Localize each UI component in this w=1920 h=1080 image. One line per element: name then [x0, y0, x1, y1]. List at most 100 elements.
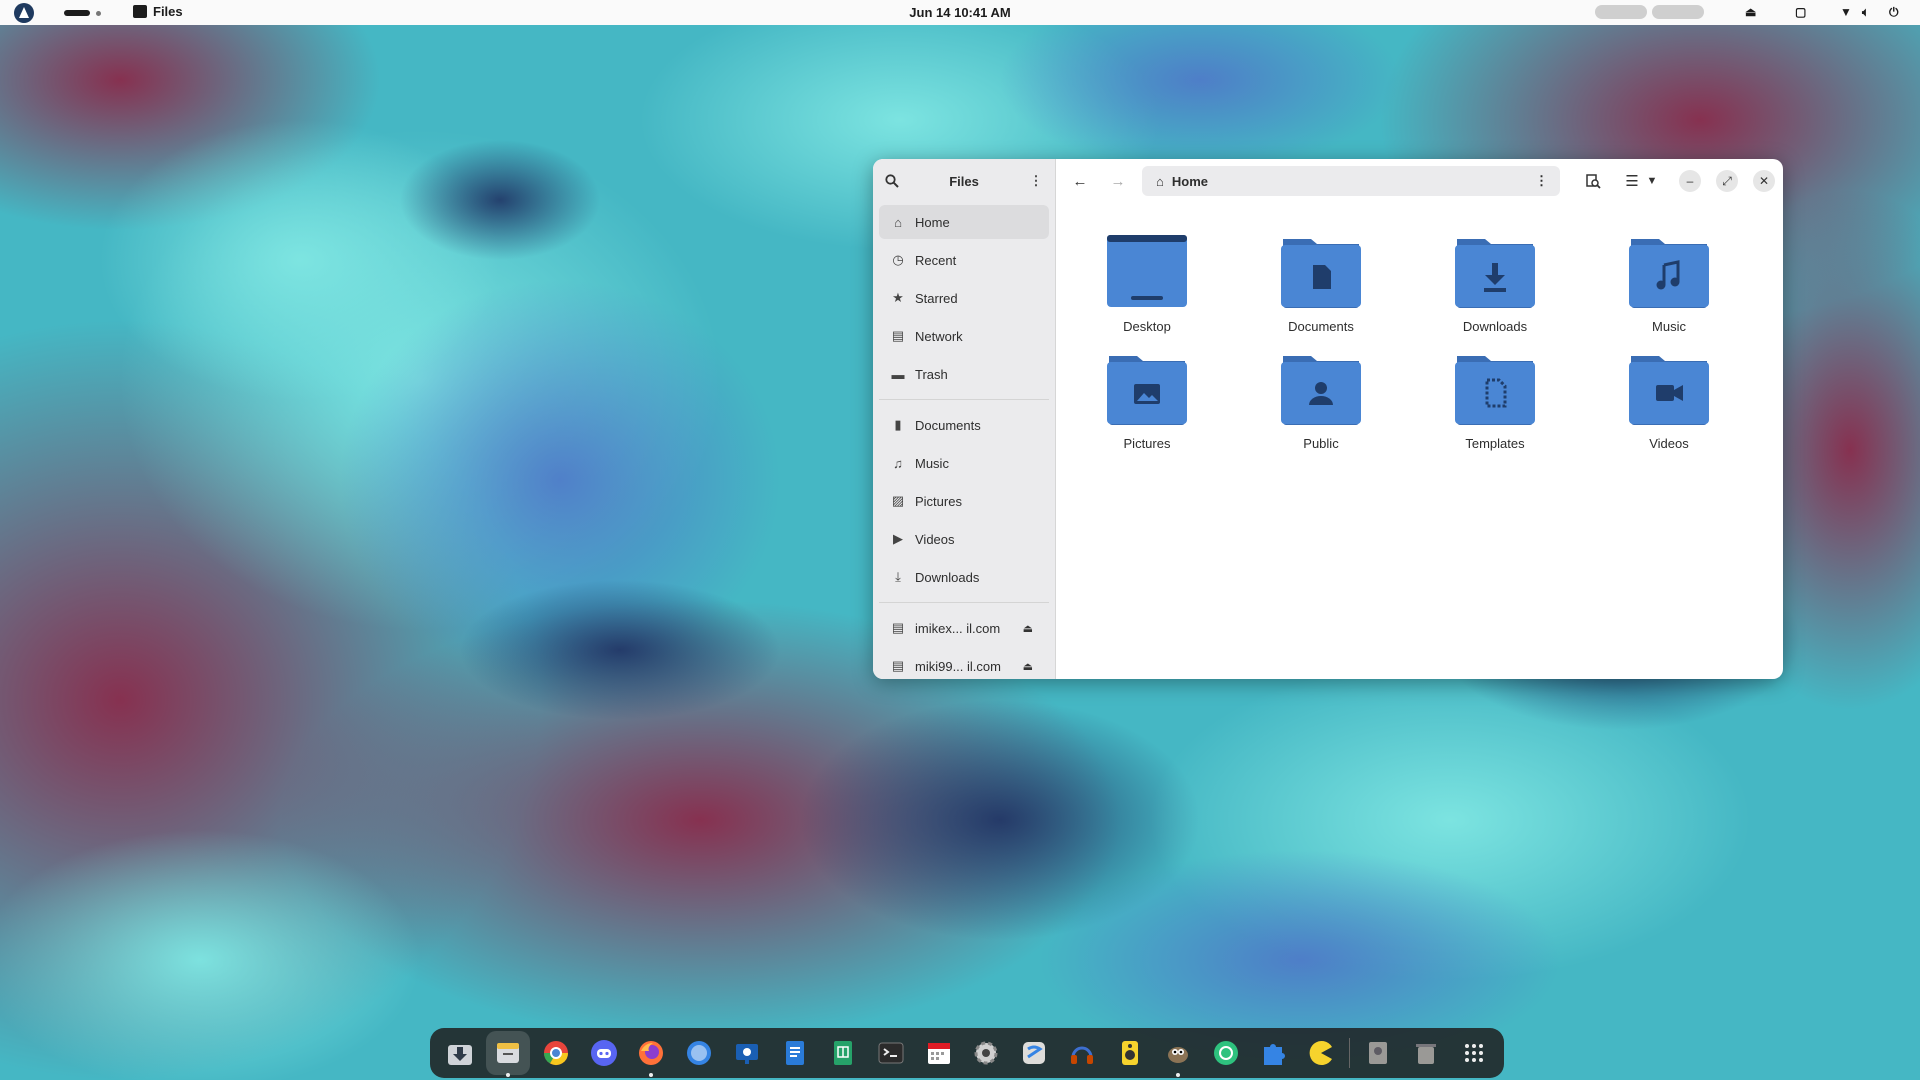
folder-label: Desktop [1123, 319, 1171, 334]
download-icon [1455, 239, 1535, 308]
document-icon [1281, 239, 1361, 308]
sidebar-item-network[interactable]: ▤ Network [879, 319, 1049, 353]
folder-desktop[interactable]: Desktop [1060, 233, 1234, 334]
search-files-icon[interactable] [1581, 169, 1605, 193]
discord-icon[interactable] [582, 1031, 626, 1075]
calendar-icon[interactable] [917, 1031, 961, 1075]
power-icon[interactable]: ⏻ [1889, 5, 1899, 20]
folder-templates[interactable]: Templates [1408, 350, 1582, 451]
download-icon: ⤓ [895, 569, 901, 584]
trash-icon: ▬ [891, 366, 905, 382]
home-icon: ⌂ [894, 214, 902, 230]
app-grid-icon[interactable] [1452, 1031, 1496, 1075]
wifi-icon[interactable]: ▼ [1840, 5, 1852, 19]
folder-label: Downloads [1462, 319, 1528, 334]
quick-toggle-2[interactable] [1652, 5, 1704, 19]
eject-icon[interactable]: ⏏ [1023, 622, 1033, 635]
sidebar: Files ⋮ ⌂ Home ◷ Recent ★ Starred ▤ Netw… [873, 159, 1056, 679]
folder-grid: Desktop Documents Downloads Music Pictur… [1056, 233, 1783, 451]
person-icon [1281, 356, 1361, 425]
clipboard-icon[interactable]: ▢ [1795, 5, 1806, 19]
sidebar-item-label: Trash [915, 366, 948, 382]
extensions-icon[interactable] [1252, 1031, 1296, 1075]
close-icon[interactable]: ✕ [1753, 170, 1775, 192]
terminal-icon[interactable] [869, 1031, 913, 1075]
sidebar-item-mount-2[interactable]: ▤ miki99... il.com ⏏ [879, 649, 1049, 679]
folder-label: Videos [1649, 436, 1689, 451]
folder-downloads[interactable]: Downloads [1408, 233, 1582, 334]
downloads-icon[interactable] [438, 1031, 482, 1075]
dock-separator [1349, 1038, 1351, 1068]
folder-label: Documents [1288, 319, 1354, 334]
template-icon [1455, 356, 1535, 425]
folder-music[interactable]: Music [1582, 233, 1756, 334]
network-drive-icon: ▤ [891, 658, 905, 673]
sidebar-item-documents[interactable]: ▮ Documents [879, 408, 1049, 442]
clock-icon: ◷ [892, 252, 904, 267]
sidebar-item-starred[interactable]: ★ Starred [879, 281, 1049, 315]
gimp-icon[interactable] [1156, 1031, 1200, 1077]
writer-icon[interactable] [773, 1031, 817, 1075]
sidebar-item-videos[interactable]: ▶ Videos [879, 522, 1049, 556]
sidebar-item-label: Home [915, 214, 950, 230]
folder-public[interactable]: Public [1234, 350, 1408, 451]
view-options-chevron-icon[interactable]: ▼ [1640, 169, 1664, 193]
search-icon[interactable] [885, 174, 899, 188]
main-pane: ← → ⌂ Home ⋮ ☰ ▼ – ⤢ ✕ Desktop Documents… [1056, 159, 1783, 679]
sidebar-item-label: imikex... il.com [915, 620, 1001, 636]
speaker-icon[interactable] [1108, 1031, 1152, 1075]
presentation-icon[interactable] [725, 1031, 769, 1075]
sidebar-item-label: miki99... il.com [915, 658, 1001, 674]
volume-icon[interactable]: 🔈︎ [1862, 5, 1869, 20]
folder-videos[interactable]: Videos [1582, 350, 1756, 451]
path-location: Home [1171, 173, 1208, 189]
chromium-icon[interactable] [534, 1031, 578, 1075]
quick-toggle-1[interactable] [1595, 5, 1647, 19]
document-icon: ▮ [894, 417, 902, 432]
pacman-icon[interactable] [1299, 1031, 1343, 1075]
header-bar: ← → ⌂ Home ⋮ ☰ ▼ – ⤢ ✕ [1056, 159, 1783, 203]
settings-icon[interactable] [964, 1031, 1008, 1075]
calc-icon[interactable] [821, 1031, 865, 1075]
sidebar-item-trash[interactable]: ▬ Trash [879, 357, 1049, 391]
web-browser-icon[interactable] [677, 1031, 721, 1075]
folder-label: Templates [1465, 436, 1525, 451]
files-window: Files ⋮ ⌂ Home ◷ Recent ★ Starred ▤ Netw… [873, 159, 1783, 679]
music-icon [1629, 239, 1709, 308]
eject-icon[interactable]: ⏏ [1023, 660, 1033, 673]
dock [430, 1028, 1504, 1078]
disk-icon[interactable] [1356, 1031, 1400, 1075]
sidebar-item-recent[interactable]: ◷ Recent [879, 243, 1049, 277]
network-icon: ▤ [891, 328, 905, 343]
path-menu-icon[interactable]: ⋮ [1535, 173, 1548, 189]
tor-icon[interactable] [1204, 1031, 1248, 1075]
sidebar-item-pictures[interactable]: ▨ Pictures [879, 484, 1049, 518]
eject-icon[interactable]: ⏏ [1745, 5, 1756, 19]
sidebar-header: Files ⋮ [873, 159, 1055, 203]
sidebar-item-label: Documents [915, 417, 981, 433]
sidebar-item-mount-1[interactable]: ▤ imikex... il.com ⏏ [879, 611, 1049, 645]
trash-icon[interactable] [1404, 1031, 1448, 1075]
folder-pictures[interactable]: Pictures [1060, 350, 1234, 451]
files-icon[interactable] [485, 1031, 530, 1077]
sidebar-item-downloads[interactable]: ⤓ Downloads [879, 560, 1049, 594]
folder-label: Public [1303, 436, 1339, 451]
folder-documents[interactable]: Documents [1234, 233, 1408, 334]
maximize-icon[interactable]: ⤢ [1716, 170, 1738, 192]
firefox-icon[interactable] [629, 1031, 673, 1077]
path-bar[interactable]: ⌂ Home ⋮ [1142, 166, 1560, 196]
back-arrow-icon[interactable]: ← [1068, 169, 1092, 193]
software-icon[interactable] [1012, 1031, 1056, 1075]
folder-label: Pictures [1123, 436, 1171, 451]
sidebar-item-home[interactable]: ⌂ Home [879, 205, 1049, 239]
minimize-icon[interactable]: – [1679, 170, 1701, 192]
sidebar-item-label: Videos [915, 531, 955, 547]
forward-arrow-icon[interactable]: → [1106, 169, 1130, 193]
menu-kebab-icon[interactable]: ⋮ [1029, 173, 1043, 188]
sidebar-item-music[interactable]: ♫ Music [879, 446, 1049, 480]
headphones-icon[interactable] [1060, 1031, 1104, 1075]
desktop-icon [1107, 235, 1187, 307]
network-drive-icon: ▤ [891, 620, 905, 635]
video-icon: ▶ [893, 531, 903, 546]
star-icon: ★ [892, 290, 904, 305]
